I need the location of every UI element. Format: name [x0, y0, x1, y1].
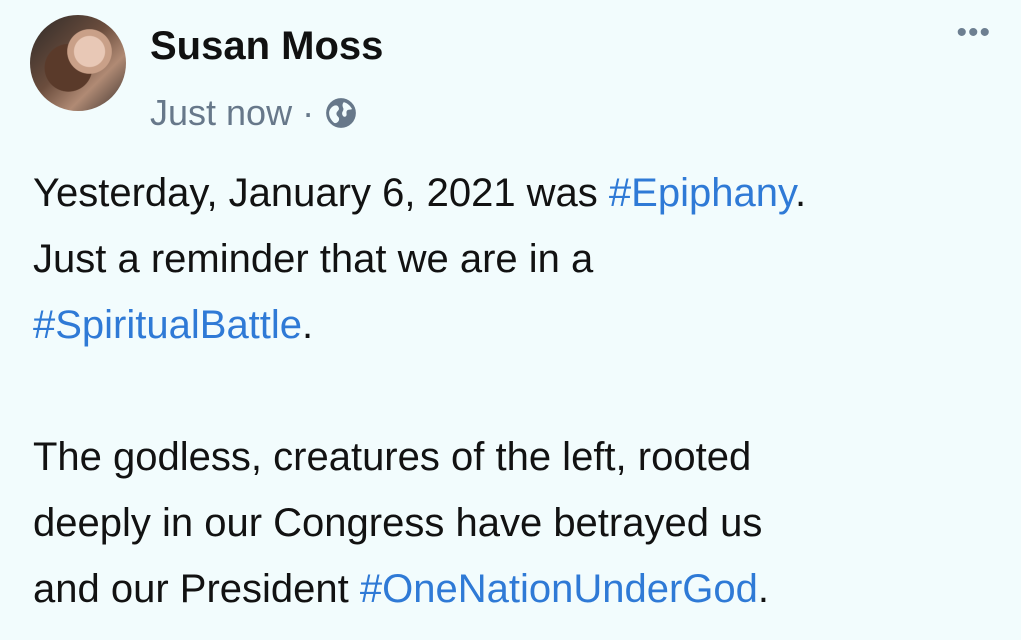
paragraph-2-line-3: and our President #OneNationUnderGod.: [33, 556, 993, 622]
post-meta: Just now ·: [150, 88, 358, 138]
paragraph-2-line-2: deeply in our Congress have betrayed us: [33, 490, 993, 556]
paragraph-1-line-3: #SpiritualBattle.: [33, 292, 993, 358]
meta-separator: ·: [302, 92, 315, 133]
post-body: Yesterday, January 6, 2021 was #Epiphany…: [33, 160, 993, 622]
paragraph-1-line-2: Just a reminder that we are in a: [33, 226, 993, 292]
text-segment: .: [302, 303, 314, 347]
hashtag-one-nation-under-god[interactable]: #OneNationUnderGod: [360, 567, 758, 611]
text-segment: and our President: [33, 567, 360, 611]
paragraph-2-line-1: The godless, creatures of the left, root…: [33, 424, 993, 490]
text-segment: deeply in our Congress have betrayed us: [33, 501, 763, 545]
text-segment: The godless, creatures of the left, root…: [33, 435, 752, 479]
hashtag-spiritual-battle[interactable]: #SpiritualBattle: [33, 303, 302, 347]
text-segment: Yesterday, January 6, 2021 was: [33, 171, 609, 215]
author-name[interactable]: Susan Moss: [150, 20, 383, 72]
text-segment: .: [757, 567, 770, 611]
timestamp[interactable]: Just now: [150, 92, 292, 134]
text-segment: .: [795, 171, 807, 215]
more-options-icon[interactable]: •••: [956, 18, 991, 48]
facebook-post: Susan Moss Just now · ••• Yesterday, Jan…: [0, 0, 1021, 640]
paragraph-1: Yesterday, January 6, 2021 was #Epiphany…: [33, 160, 993, 226]
text-segment: Just a reminder that we are in a: [33, 237, 594, 281]
globe-icon[interactable]: [324, 96, 358, 130]
avatar[interactable]: [30, 15, 126, 111]
hashtag-epiphany[interactable]: #Epiphany: [609, 171, 795, 215]
